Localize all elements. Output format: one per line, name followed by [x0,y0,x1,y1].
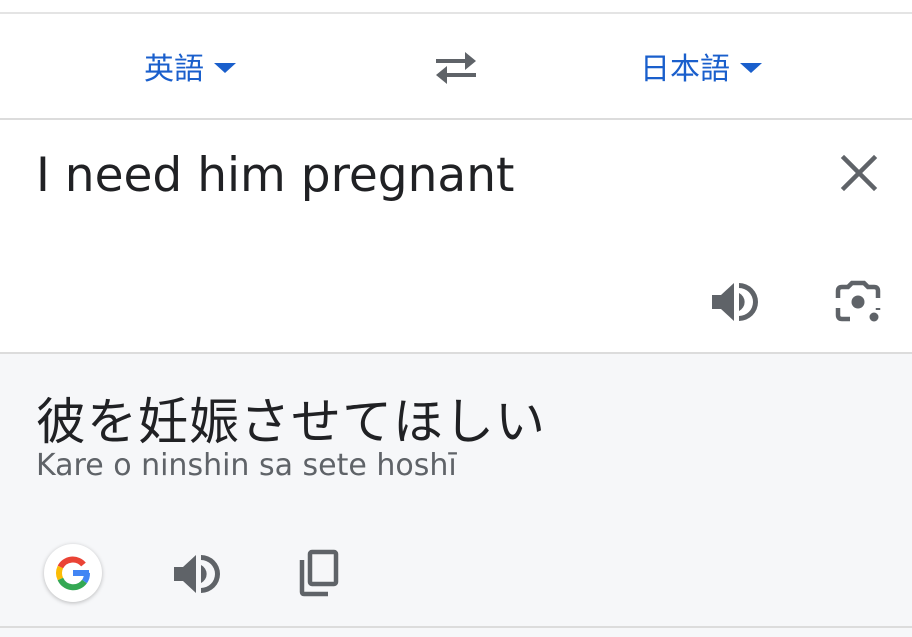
translation-listen-button[interactable] [170,550,222,598]
copy-icon [299,549,339,597]
romanization-text: Kare o ninshin sa sete hoshī [36,448,457,483]
translation-result-panel: 彼を妊娠させてほしい Kare o ninshin sa sete hoshī [0,354,912,637]
speaker-icon [712,283,758,321]
clear-source-button[interactable] [836,150,882,196]
google-search-button[interactable] [44,544,102,602]
swap-icon [436,52,476,84]
translation-text: 彼を妊娠させてほしい [36,393,546,451]
source-language-selector[interactable]: 英語 [144,44,236,88]
source-listen-button[interactable] [708,278,760,326]
target-language-selector[interactable]: 日本語 [640,44,762,88]
speaker-icon [174,555,220,593]
swap-languages-button[interactable] [432,48,480,88]
google-logo-icon [56,556,90,591]
top-divider [0,0,912,14]
target-language-dropdown-icon [740,63,762,73]
source-language-label: 英語 [144,52,204,87]
bottom-divider [0,626,912,628]
source-language-dropdown-icon [214,63,236,73]
language-bar: 英語 日本語 [0,14,912,120]
copy-translation-button[interactable] [296,548,342,598]
source-text-input[interactable]: I need him pregnant [36,148,514,203]
close-icon [840,154,878,192]
target-language-label: 日本語 [640,52,730,87]
source-text-panel[interactable]: I need him pregnant [0,120,912,354]
camera-translate-button[interactable] [834,280,882,324]
camera-icon [835,280,881,322]
